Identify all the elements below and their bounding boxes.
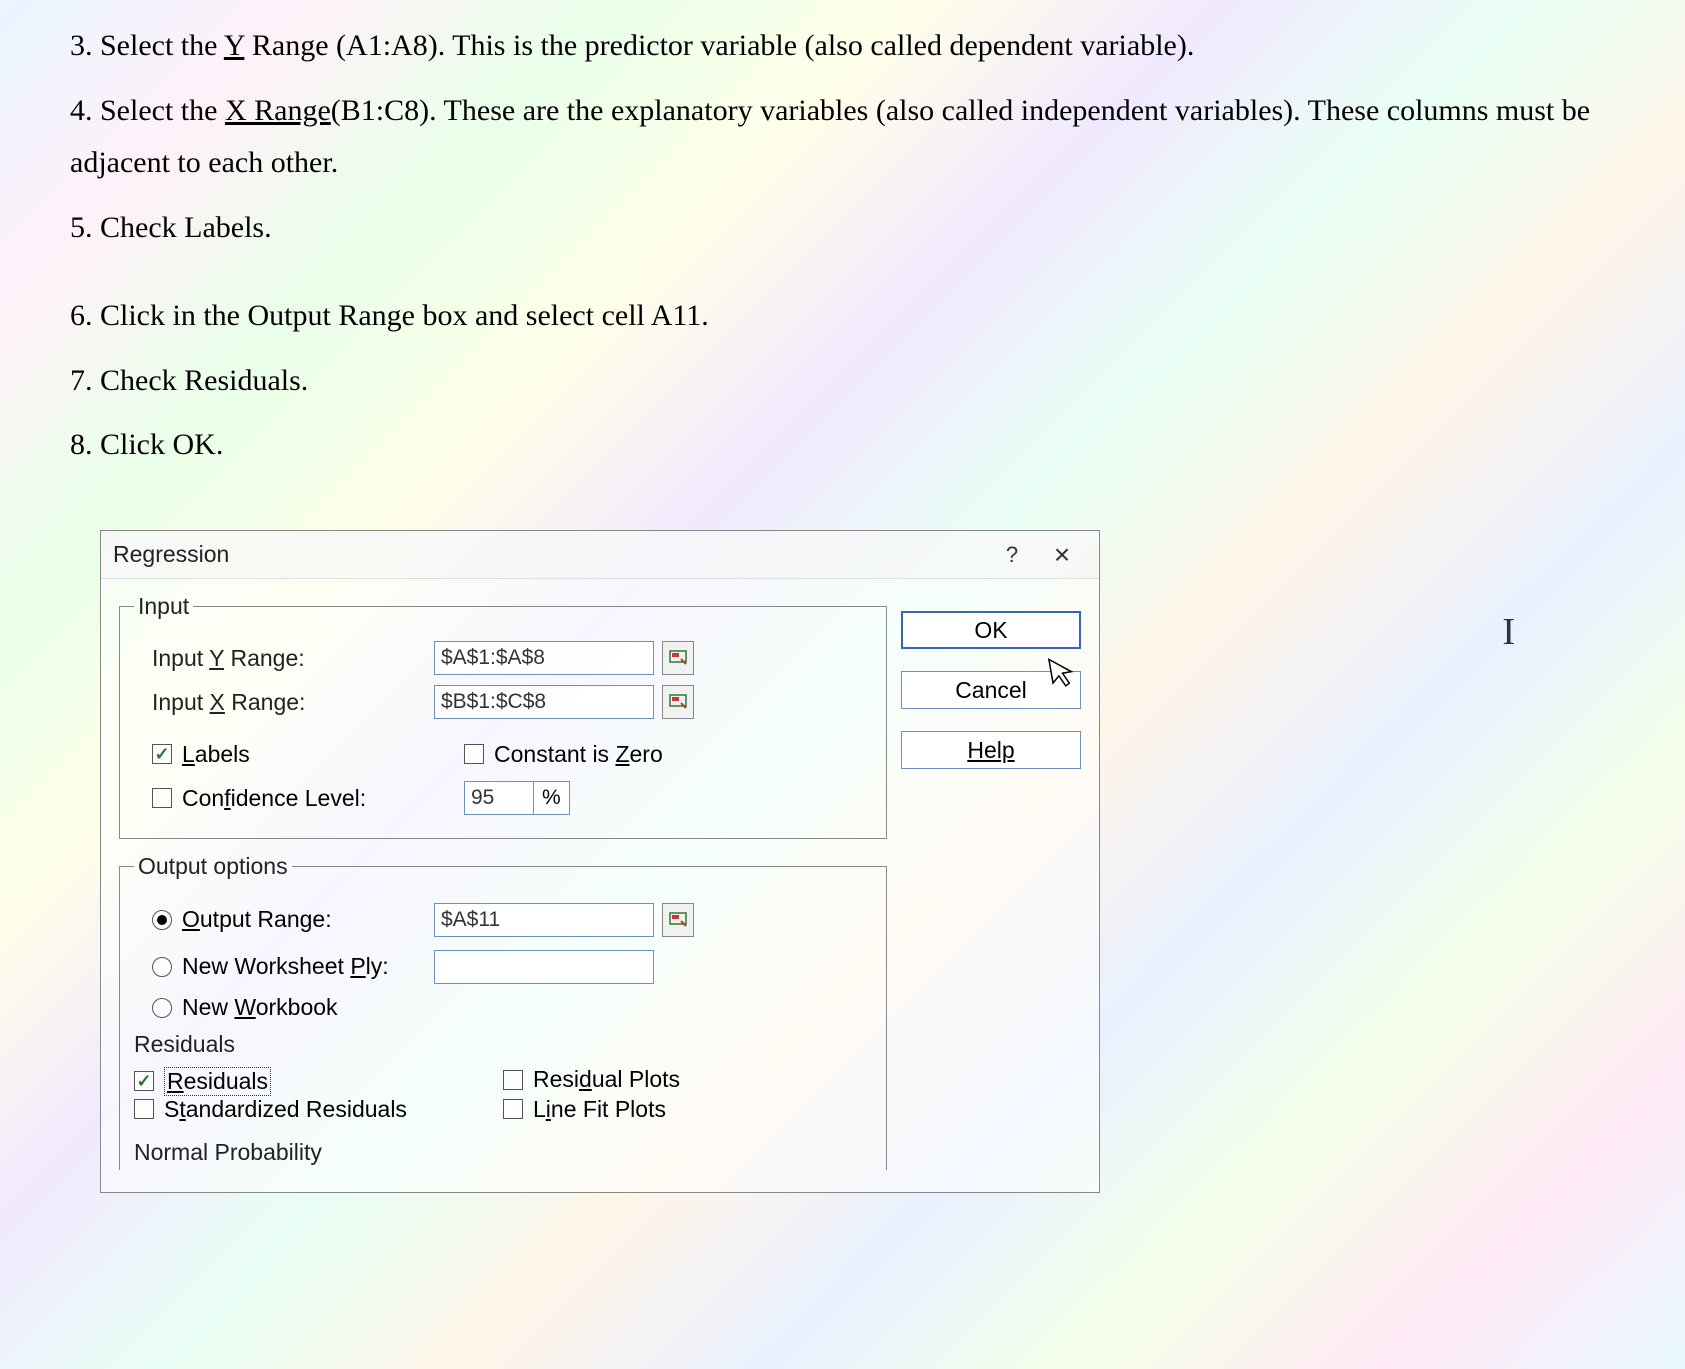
labels-checkbox-item[interactable]: ✓ Labels xyxy=(134,741,434,768)
input-fieldset: Input Input Y Range: Input X Range: xyxy=(119,593,887,839)
constant-zero-label: Constant is Zero xyxy=(494,741,663,768)
confidence-label: Confidence Level: xyxy=(182,785,366,812)
input-y-range-row: Input Y Range: xyxy=(134,640,872,676)
checkmark-icon: ✓ xyxy=(136,1072,151,1090)
residuals-header: Residuals xyxy=(134,1031,872,1058)
residuals-checkbox[interactable]: ✓ xyxy=(134,1071,154,1091)
new-workbook-radio[interactable] xyxy=(152,998,172,1018)
residuals-checkbox-item[interactable]: ✓ Residuals xyxy=(134,1067,271,1096)
y-underline: Y xyxy=(224,29,245,62)
radio-dot-icon xyxy=(157,915,167,925)
constant-zero-checkbox-item[interactable]: Constant is Zero xyxy=(464,741,663,768)
residual-plots-label: Residual Plots xyxy=(533,1066,680,1093)
text: 4. Select the xyxy=(70,94,225,127)
instruction-step-4: 4. Select the X Range(B1:C8). These are … xyxy=(70,85,1615,190)
line-fit-plots-checkbox-item[interactable]: Line Fit Plots xyxy=(503,1096,666,1123)
output-range-radio-item[interactable]: Output Range: xyxy=(134,906,434,933)
input-legend: Input xyxy=(134,593,193,620)
collapse-dialog-icon[interactable] xyxy=(662,903,694,937)
dialog-body: Input Input Y Range: Input X Range: xyxy=(101,579,1099,1192)
residuals-label: Residuals xyxy=(164,1067,271,1096)
constant-zero-checkbox[interactable] xyxy=(464,744,484,764)
standardized-residuals-checkbox-item[interactable]: Standardized Residuals xyxy=(134,1096,407,1123)
confidence-checkbox[interactable] xyxy=(152,788,172,808)
input-x-range-label: Input X Range: xyxy=(134,689,434,716)
input-x-range-field[interactable] xyxy=(434,685,654,719)
output-range-radio[interactable] xyxy=(152,910,172,930)
standardized-residuals-label: Standardized Residuals xyxy=(164,1096,407,1123)
new-worksheet-field[interactable] xyxy=(434,950,654,984)
help-icon[interactable]: ? xyxy=(987,535,1037,575)
percent-label: % xyxy=(534,781,570,815)
regression-dialog: Regression ? × Input Input Y Range: xyxy=(100,530,1100,1193)
close-icon[interactable]: × xyxy=(1037,535,1087,575)
input-y-range-field[interactable] xyxy=(434,641,654,675)
confidence-level-field[interactable] xyxy=(464,781,534,815)
output-range-field[interactable] xyxy=(434,903,654,937)
input-x-range-row: Input X Range: xyxy=(134,684,872,720)
confidence-checkbox-item[interactable]: Confidence Level: xyxy=(134,785,434,812)
new-worksheet-label: New Worksheet Ply: xyxy=(182,953,389,980)
labels-checkbox-label: Labels xyxy=(182,741,250,768)
ok-button[interactable]: OK xyxy=(901,611,1081,649)
line-fit-plots-checkbox[interactable] xyxy=(503,1099,523,1119)
dialog-left-column: Input Input Y Range: Input X Range: xyxy=(119,593,901,1184)
standardized-residuals-checkbox[interactable] xyxy=(134,1099,154,1119)
instruction-step-7: 7. Check Residuals. xyxy=(70,355,1615,408)
output-range-label: Output Range: xyxy=(182,906,332,933)
output-options-fieldset: Output options Output Range: New Workshe… xyxy=(119,853,887,1170)
help-button[interactable]: Help xyxy=(901,731,1081,769)
instruction-step-5: 5. Check Labels. xyxy=(70,202,1615,255)
residual-plots-checkbox[interactable] xyxy=(503,1070,523,1090)
labels-constzero-row: ✓ Labels Constant is Zero xyxy=(134,736,872,772)
labels-checkbox[interactable]: ✓ xyxy=(152,744,172,764)
x-range-underline: X Range xyxy=(225,94,331,127)
instruction-step-8: 8. Click OK. xyxy=(70,419,1615,472)
instructions-block: 3. Select the Y Range (A1:A8). This is t… xyxy=(0,0,1685,514)
input-y-range-label: Input Y Range: xyxy=(134,645,434,672)
collapse-dialog-icon[interactable] xyxy=(662,641,694,675)
output-range-row: Output Range: xyxy=(134,900,872,939)
new-worksheet-radio-item[interactable]: New Worksheet Ply: xyxy=(134,953,434,980)
text: Range (A1:A8). This is the predictor var… xyxy=(244,29,1194,62)
dialog-title: Regression xyxy=(113,541,987,568)
new-workbook-label: New Workbook xyxy=(182,994,338,1021)
instruction-step-6: 6. Click in the Output Range box and sel… xyxy=(70,290,1615,343)
collapse-dialog-icon[interactable] xyxy=(662,685,694,719)
confidence-level-row: Confidence Level: % xyxy=(134,780,872,816)
titlebar: Regression ? × xyxy=(101,531,1099,579)
text: 3. Select the xyxy=(70,29,224,62)
new-workbook-radio-item[interactable]: New Workbook xyxy=(134,994,872,1021)
output-legend: Output options xyxy=(134,853,292,880)
normal-probability-header: Normal Probability xyxy=(134,1139,872,1166)
checkmark-icon: ✓ xyxy=(154,745,169,763)
spacer xyxy=(70,266,1615,278)
line-fit-plots-label: Line Fit Plots xyxy=(533,1096,666,1123)
new-worksheet-row: New Worksheet Ply: xyxy=(134,947,872,986)
instruction-step-3: 3. Select the Y Range (A1:A8). This is t… xyxy=(70,20,1615,73)
new-worksheet-radio[interactable] xyxy=(152,957,172,977)
residuals-group: ✓ Residuals Standardized Residuals Resid… xyxy=(134,1062,872,1125)
text-cursor-icon: I xyxy=(1502,610,1515,654)
residual-plots-checkbox-item[interactable]: Residual Plots xyxy=(503,1066,680,1093)
